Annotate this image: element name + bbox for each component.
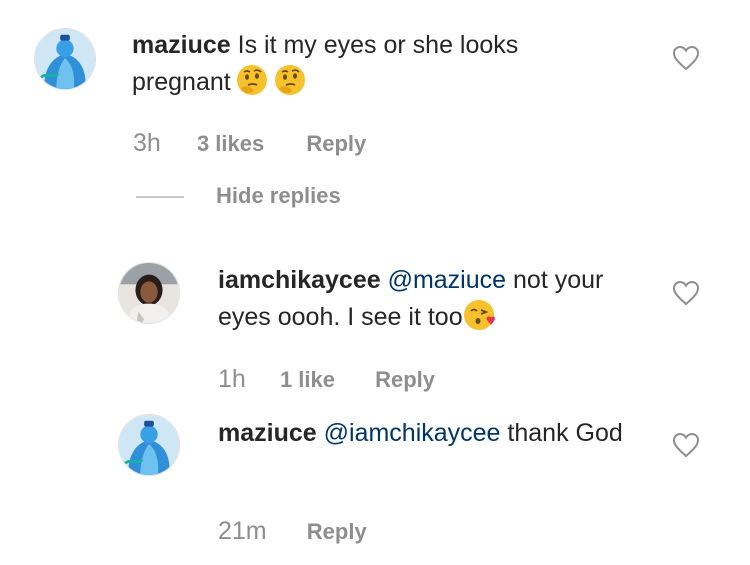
avatar-maziuce[interactable] (118, 414, 180, 476)
hide-replies-divider (136, 196, 184, 198)
hide-replies-label[interactable]: Hide replies (216, 182, 341, 210)
like-heart-icon[interactable] (672, 432, 700, 458)
like-heart-icon[interactable] (672, 280, 700, 306)
comment-time: 1h (218, 365, 246, 393)
reply-button[interactable]: Reply (306, 131, 366, 156)
comment-body: maziuce @iamchikaycee thank God (218, 415, 638, 451)
kissing-face-heart-icon (463, 298, 497, 332)
comment-username[interactable]: maziuce (218, 419, 317, 447)
comment-body: maziuce Is it my eyes or she looks pregn… (132, 27, 612, 100)
mention-link[interactable]: @maziuce (388, 266, 506, 294)
reply-button[interactable]: Reply (375, 367, 435, 392)
comment-meta: 3h 3 likes Reply (133, 129, 366, 158)
comment-meta: 1h 1 like Reply (218, 365, 435, 394)
avatar-image (35, 29, 95, 89)
thinking-face-icon (235, 63, 269, 97)
thinking-face-icon (273, 63, 307, 97)
comment-username[interactable]: iamchikaycee (218, 266, 381, 294)
comment-meta: 21m Reply (218, 517, 367, 546)
mention-link[interactable]: @iamchikaycee (324, 419, 501, 447)
avatar-maziuce[interactable] (34, 28, 96, 90)
likes-count[interactable]: 1 like (280, 367, 335, 392)
avatar-image (119, 263, 179, 323)
likes-count[interactable]: 3 likes (197, 131, 264, 156)
avatar-image (119, 415, 179, 475)
comment-text: thank God (507, 419, 623, 447)
like-heart-icon[interactable] (672, 45, 700, 71)
comment-time: 3h (133, 129, 161, 157)
avatar-iamchikaycee[interactable] (118, 262, 180, 324)
reply-button[interactable]: Reply (307, 519, 367, 544)
comment-body: iamchikaycee @maziuce not your eyes oooh… (218, 262, 628, 335)
comment-username[interactable]: maziuce (132, 31, 231, 59)
comment-time: 21m (218, 517, 267, 545)
